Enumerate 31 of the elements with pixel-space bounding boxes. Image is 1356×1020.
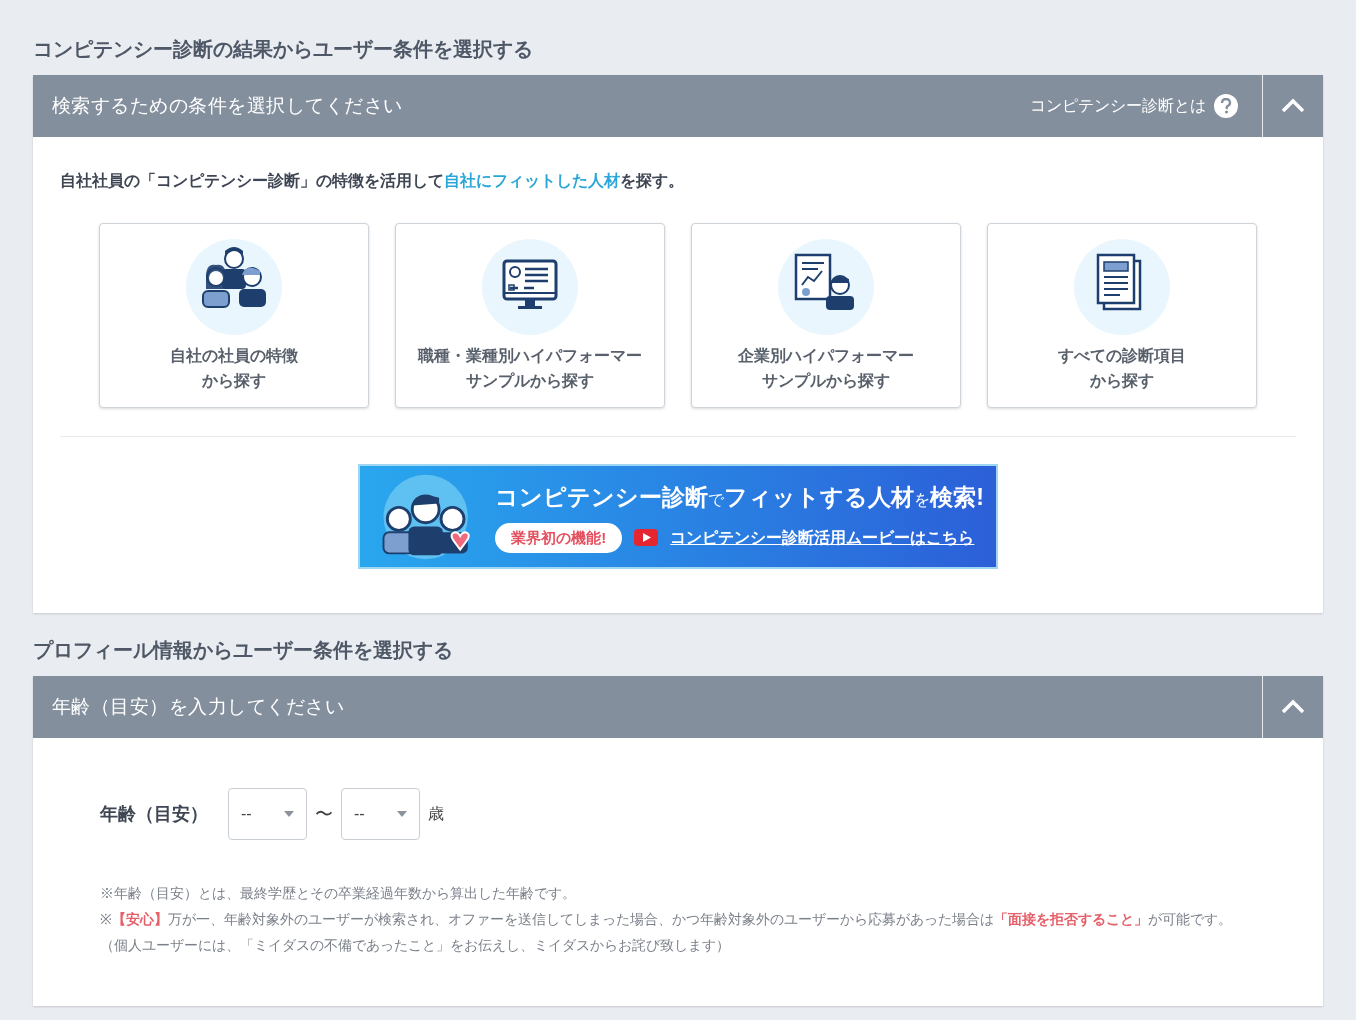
caret-icon xyxy=(397,811,407,817)
chevron-up-icon xyxy=(1280,699,1306,715)
movie-link[interactable]: コンピテンシー診断活用ムービーはこちら xyxy=(670,525,975,550)
search-option-card[interactable]: 企業別ハイパフォーマー サンプルから探す xyxy=(691,223,961,408)
age-label: 年齢（目安） xyxy=(100,802,208,826)
question-icon xyxy=(1214,94,1238,118)
promo-banner[interactable]: コンピテンシー診断でフィットする人材を検索! 業界初の機能! コンピテンシー診断活用ムービーはこちら xyxy=(358,464,998,569)
search-option-card[interactable]: 職種・業種別ハイパフォーマー サンプルから探す xyxy=(395,223,665,408)
age-select[interactable]: -- xyxy=(341,788,420,840)
people-illustration-icon xyxy=(186,239,282,335)
search-option-card[interactable]: すべての診断項目 から探す xyxy=(987,223,1257,408)
panel-title: 年齢（目安）を入力してください xyxy=(51,694,346,719)
note-text: ※【安心】万が一、年齢対象外のユーザーが検索され、オファーを送信してしまった場合、かつ年齢対象外のユーザーから応募があった場合は「面接を拒否すること」が可能です。（個人ユーザーには、「ミイダスの不備であったこと」をお伝えし、ミイダスからお詫び致します） xyxy=(100,910,1233,955)
intro-text: 自社社員の「コンピテンシー診断」の特徴を活用して自社にフィットした人材を探す。 xyxy=(60,171,685,191)
search-option-card[interactable]: 自社の社員の特徴 から探す xyxy=(99,223,369,408)
range-separator: 〜 xyxy=(315,802,333,826)
note-text: ※年齢（目安）とは、最終学歴とその卒業経過年数から算出した年齢です。 xyxy=(100,884,577,903)
section-heading: プロフィール情報からユーザー条件を選択する xyxy=(33,638,454,663)
age-select[interactable]: -- xyxy=(228,788,307,840)
chevron-up-icon xyxy=(1280,98,1306,114)
feature-badge: 業界初の機能! xyxy=(495,522,623,553)
report-illustration-icon xyxy=(778,239,874,335)
age-unit: 歳 xyxy=(428,804,444,824)
monitor-illustration-icon xyxy=(482,239,578,335)
play-icon xyxy=(634,529,659,547)
document-illustration-icon xyxy=(1074,239,1170,335)
panel-title: 検索するための条件を選択してください xyxy=(51,93,404,118)
banner-headline: コンピテンシー診断でフィットする人材を検索! xyxy=(495,483,984,512)
help-link[interactable]: コンピテンシー診断とは xyxy=(1030,75,1262,137)
section-heading: コンピテンシー診断の結果からユーザー条件を選択する xyxy=(33,37,534,62)
caret-icon xyxy=(284,811,294,817)
